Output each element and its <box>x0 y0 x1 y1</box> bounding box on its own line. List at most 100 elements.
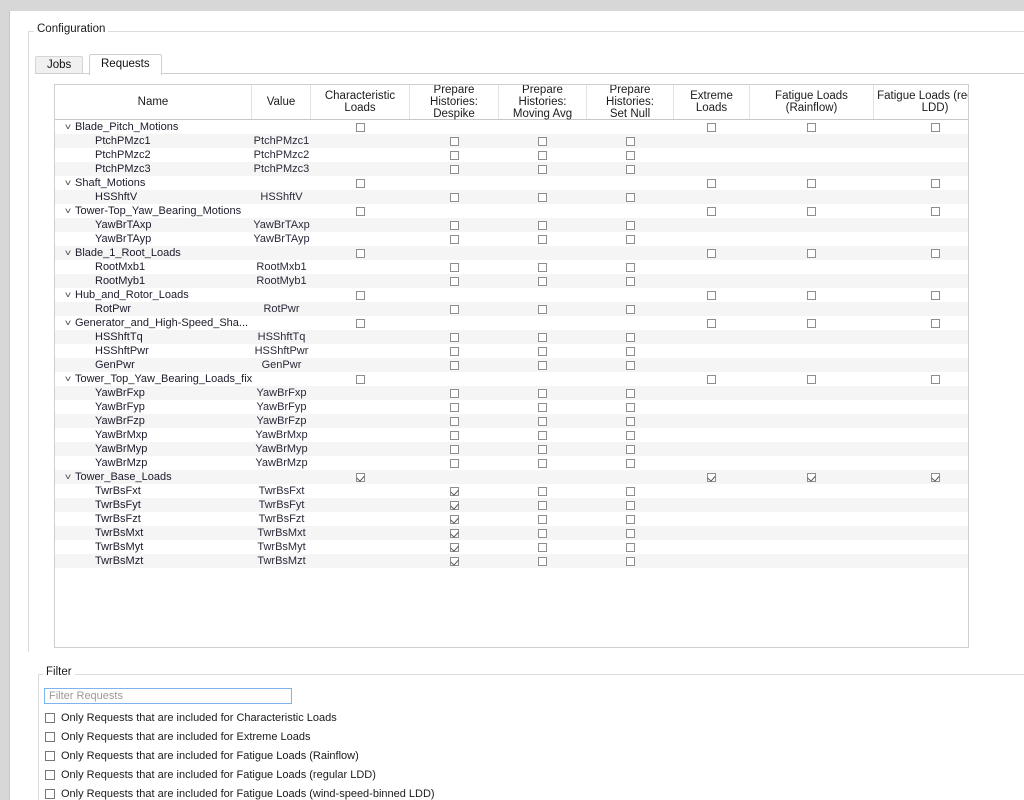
checkbox-snul[interactable] <box>626 515 635 524</box>
checkbox-snul[interactable] <box>626 263 635 272</box>
chevron-down-icon[interactable]: ˅ <box>62 316 75 330</box>
grid-row[interactable]: RootMxb1RootMxb1 <box>55 260 968 274</box>
chevron-down-icon[interactable]: ˅ <box>62 120 75 134</box>
chevron-down-icon[interactable]: ˅ <box>62 470 75 484</box>
checkbox-desp[interactable] <box>450 151 459 160</box>
grid-row[interactable]: YawBrFypYawBrFyp <box>55 400 968 414</box>
grid-row[interactable]: YawBrFzpYawBrFzp <box>55 414 968 428</box>
checkbox-extr[interactable] <box>707 249 716 258</box>
checkbox-mavg[interactable] <box>538 403 547 412</box>
grid-row[interactable]: PtchPMzc3PtchPMzc3 <box>55 162 968 176</box>
grid-group-row[interactable]: ˅Tower_Base_Loads <box>55 470 968 484</box>
checkbox-mavg[interactable] <box>538 417 547 426</box>
checkbox-char[interactable] <box>356 249 365 258</box>
checkbox-snul[interactable] <box>626 487 635 496</box>
checkbox-snul[interactable] <box>626 333 635 342</box>
grid-row[interactable]: TwrBsFxtTwrBsFxt <box>55 484 968 498</box>
checkbox-snul[interactable] <box>626 417 635 426</box>
chevron-down-icon[interactable]: ˅ <box>62 246 75 260</box>
checkbox-desp[interactable] <box>450 263 459 272</box>
column-header-mavg[interactable]: Prepare Histories:Moving Avg <box>499 85 587 119</box>
checkbox-desp[interactable] <box>450 529 459 538</box>
checkbox-fldd[interactable] <box>931 375 940 384</box>
grid-row[interactable]: TwrBsFztTwrBsFzt <box>55 512 968 526</box>
chevron-down-icon[interactable]: ˅ <box>62 204 75 218</box>
checkbox-mavg[interactable] <box>538 221 547 230</box>
grid-row[interactable]: TwrBsMytTwrBsMyt <box>55 540 968 554</box>
filter-requests-input[interactable] <box>44 688 292 704</box>
checkbox-fldd[interactable] <box>931 249 940 258</box>
chevron-down-icon[interactable]: ˅ <box>62 288 75 302</box>
checkbox-fldd[interactable] <box>931 179 940 188</box>
requests-grid-body[interactable]: ˅Blade_Pitch_MotionsPtchPMzc1PtchPMzc1 Pt… <box>55 120 968 647</box>
grid-row[interactable]: RotPwrRotPwr <box>55 302 968 316</box>
checkbox-extr[interactable] <box>707 473 716 482</box>
grid-group-row[interactable]: ˅Tower_Top_Yaw_Bearing_Loads_fix <box>55 372 968 386</box>
checkbox-snul[interactable] <box>626 165 635 174</box>
grid-row[interactable]: PtchPMzc1PtchPMzc1 <box>55 134 968 148</box>
filter-option-checkbox[interactable] <box>45 789 55 799</box>
checkbox-mavg[interactable] <box>538 361 547 370</box>
chevron-down-icon[interactable]: ˅ <box>62 176 75 190</box>
checkbox-snul[interactable] <box>626 235 635 244</box>
checkbox-frain[interactable] <box>807 179 816 188</box>
checkbox-char[interactable] <box>356 179 365 188</box>
column-header-extr[interactable]: Extreme Loads <box>674 85 750 119</box>
checkbox-desp[interactable] <box>450 515 459 524</box>
grid-row[interactable]: TwrBsFytTwrBsFyt <box>55 498 968 512</box>
checkbox-mavg[interactable] <box>538 389 547 398</box>
checkbox-snul[interactable] <box>626 389 635 398</box>
grid-group-row[interactable]: ˅Tower-Top_Yaw_Bearing_Motions <box>55 204 968 218</box>
checkbox-desp[interactable] <box>450 137 459 146</box>
checkbox-snul[interactable] <box>626 151 635 160</box>
checkbox-snul[interactable] <box>626 403 635 412</box>
tab-requests[interactable]: Requests <box>89 54 162 75</box>
column-header-char[interactable]: Characteristic Loads <box>311 85 410 119</box>
tab-jobs[interactable]: Jobs <box>35 56 83 74</box>
checkbox-char[interactable] <box>356 375 365 384</box>
checkbox-desp[interactable] <box>450 221 459 230</box>
checkbox-frain[interactable] <box>807 375 816 384</box>
column-header-value[interactable]: Value <box>252 85 311 119</box>
checkbox-char[interactable] <box>356 473 365 482</box>
checkbox-mavg[interactable] <box>538 305 547 314</box>
checkbox-frain[interactable] <box>807 319 816 328</box>
checkbox-extr[interactable] <box>707 375 716 384</box>
checkbox-desp[interactable] <box>450 361 459 370</box>
checkbox-desp[interactable] <box>450 487 459 496</box>
checkbox-fldd[interactable] <box>931 207 940 216</box>
checkbox-snul[interactable] <box>626 501 635 510</box>
checkbox-extr[interactable] <box>707 123 716 132</box>
checkbox-char[interactable] <box>356 123 365 132</box>
checkbox-desp[interactable] <box>450 333 459 342</box>
checkbox-char[interactable] <box>356 291 365 300</box>
checkbox-desp[interactable] <box>450 417 459 426</box>
grid-group-row[interactable]: ˅Blade_Pitch_Motions <box>55 120 968 134</box>
checkbox-snul[interactable] <box>626 543 635 552</box>
column-header-desp[interactable]: Prepare Histories:Despike <box>410 85 499 119</box>
grid-group-row[interactable]: ˅Blade_1_Root_Loads <box>55 246 968 260</box>
checkbox-snul[interactable] <box>626 431 635 440</box>
grid-row[interactable]: HSShftVHSShftV <box>55 190 968 204</box>
checkbox-mavg[interactable] <box>538 151 547 160</box>
checkbox-mavg[interactable] <box>538 277 547 286</box>
checkbox-mavg[interactable] <box>538 235 547 244</box>
grid-group-row[interactable]: ˅Shaft_Motions <box>55 176 968 190</box>
checkbox-snul[interactable] <box>626 305 635 314</box>
checkbox-desp[interactable] <box>450 459 459 468</box>
column-header-snul[interactable]: Prepare Histories:Set Null <box>587 85 674 119</box>
checkbox-mavg[interactable] <box>538 529 547 538</box>
checkbox-extr[interactable] <box>707 319 716 328</box>
checkbox-mavg[interactable] <box>538 263 547 272</box>
checkbox-snul[interactable] <box>626 221 635 230</box>
checkbox-desp[interactable] <box>450 445 459 454</box>
requests-grid[interactable]: NameValueCharacteristic LoadsPrepare His… <box>54 84 969 648</box>
column-header-frain[interactable]: Fatigue Loads (Rainflow) <box>750 85 874 119</box>
checkbox-mavg[interactable] <box>538 445 547 454</box>
grid-row[interactable]: YawBrTAypYawBrTAyp <box>55 232 968 246</box>
column-header-name[interactable]: Name <box>55 85 252 119</box>
checkbox-snul[interactable] <box>626 277 635 286</box>
column-header-fldd[interactable]: Fatigue Loads (regular LDD) <box>874 85 969 119</box>
checkbox-frain[interactable] <box>807 207 816 216</box>
checkbox-desp[interactable] <box>450 501 459 510</box>
